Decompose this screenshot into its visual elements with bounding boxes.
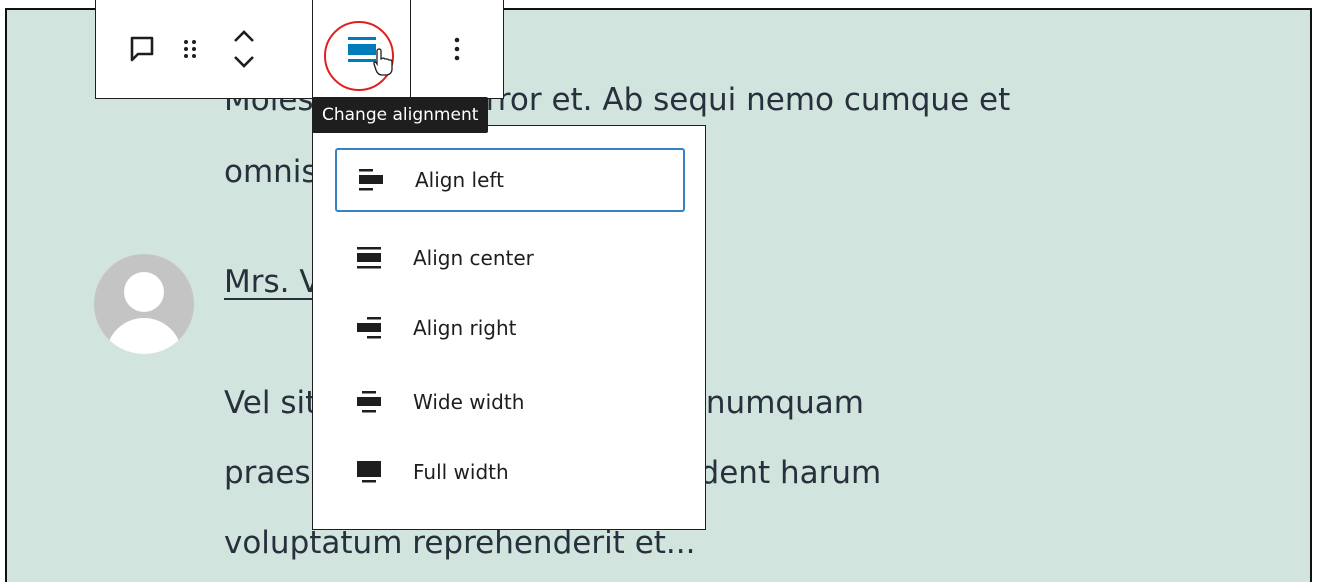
move-up-down-button[interactable] [220, 25, 268, 73]
avatar [94, 254, 194, 354]
menu-item-label: Align center [413, 246, 534, 270]
toolbar-group-options [411, 0, 503, 98]
wide-width-icon [355, 388, 383, 416]
comment-body-line-3: voluptatum reprehenderit et... [224, 525, 696, 561]
comment-button[interactable] [118, 25, 166, 73]
block-toolbar [95, 0, 504, 99]
align-left-icon [357, 166, 385, 194]
menu-item-align-left[interactable]: Align left [335, 148, 685, 212]
options-button[interactable] [433, 25, 481, 73]
avatar-body [106, 318, 182, 354]
menu-item-full-width[interactable]: Full width [335, 440, 685, 504]
align-right-icon [355, 314, 383, 342]
menu-item-label: Full width [413, 460, 509, 484]
alignment-dropdown: Align left Align center Align right Wide… [312, 125, 706, 530]
menu-item-wide-width[interactable]: Wide width [335, 370, 685, 434]
menu-item-align-right[interactable]: Align right [335, 296, 685, 360]
drag-handle-button[interactable] [166, 25, 214, 73]
hand-cursor-icon [372, 48, 393, 76]
comment-icon [130, 36, 154, 62]
toolbar-group-block [96, 0, 313, 98]
menu-item-align-center[interactable]: Align center [335, 226, 685, 290]
drag-handle-icon [184, 40, 196, 58]
chevron-up-down-icon [234, 30, 254, 68]
full-width-icon [355, 458, 383, 486]
menu-item-label: Wide width [413, 390, 525, 414]
editor-canvas: Molestiae quos error et. Ab sequi nemo c… [0, 0, 1320, 583]
more-vertical-icon [454, 37, 460, 61]
change-alignment-button[interactable] [338, 25, 393, 76]
change-alignment-tooltip: Change alignment [312, 97, 489, 133]
toolbar-group-alignment [313, 0, 411, 98]
avatar-head [124, 272, 164, 312]
menu-item-label: Align right [413, 316, 517, 340]
align-center-icon [355, 244, 383, 272]
menu-item-label: Align left [415, 168, 504, 192]
